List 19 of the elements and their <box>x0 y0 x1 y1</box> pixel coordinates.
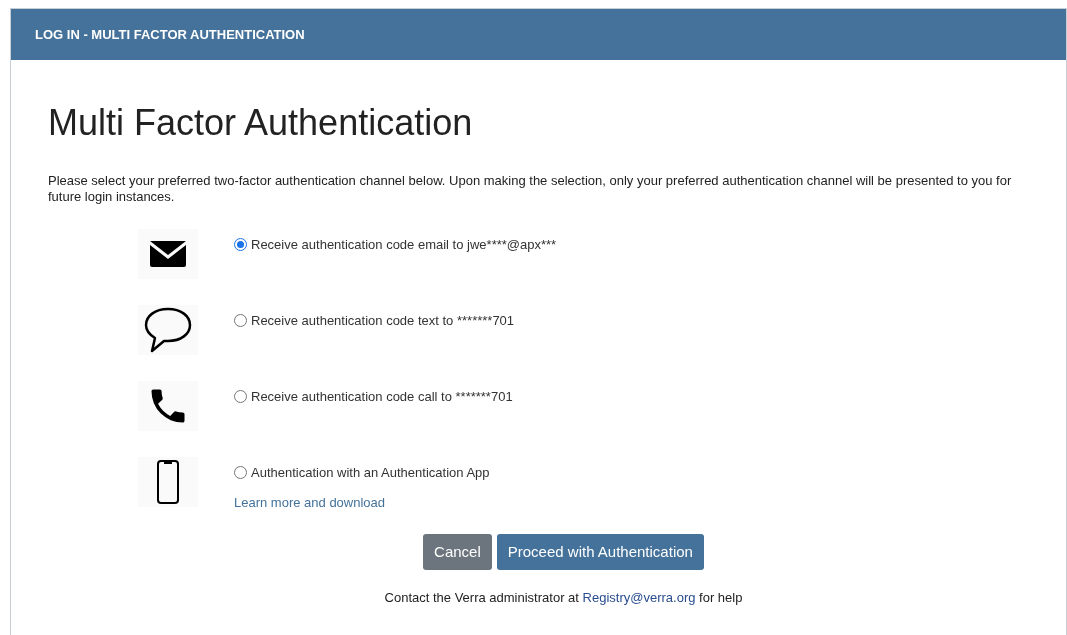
option-label: Authentication with an Authentication App <box>251 464 490 482</box>
radio-button[interactable] <box>234 238 247 252</box>
radio-button[interactable] <box>234 314 247 328</box>
proceed-button[interactable]: Proceed with Authentication <box>496 534 704 570</box>
option-label: Receive authentication code text to *******701 <box>251 312 515 330</box>
option-label: Receive authentication code call to *******701 <box>251 388 513 406</box>
cancel-button[interactable]: Cancel <box>423 534 492 570</box>
help-text: Contact the Verra administrator at Registry@verra.org for help <box>383 589 744 607</box>
radio-button[interactable] <box>234 390 247 404</box>
speech-bubble-icon <box>143 306 193 354</box>
smartphone-icon <box>156 459 180 505</box>
header-title: LOG IN - MULTI FACTOR AUTHENTICATION <box>35 25 305 44</box>
option-label: Receive authentication code email to jwe****@apx*** <box>251 236 557 254</box>
page-heading: Multi Factor Authentication <box>48 101 474 145</box>
email-link[interactable]: Registry@verra.org <box>582 590 696 605</box>
radio-button[interactable] <box>234 466 247 480</box>
download-link[interactable]: Learn more and download <box>234 492 490 512</box>
intro-text: Please select your preferred two-factor authentication channel below. Upon making the selection, only your preferred authentication channel will be presented to you for future login instances. <box>48 173 1013 205</box>
envelope-icon <box>148 239 188 269</box>
